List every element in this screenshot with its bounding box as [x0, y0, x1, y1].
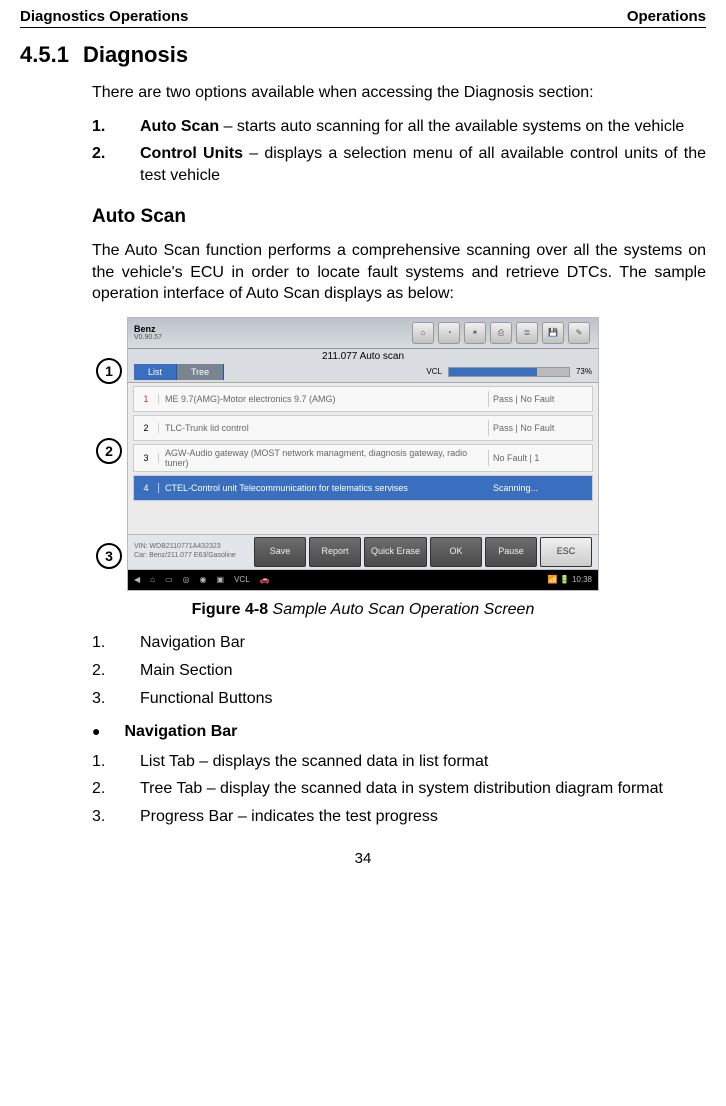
- annotation-2: 2: [96, 438, 122, 464]
- header-left: Diagnostics Operations: [20, 8, 188, 25]
- scan-row-selected[interactable]: 4 CTEL-Control unit Telecommunication fo…: [133, 475, 593, 501]
- figure-caption: Figure 4-8 Sample Auto Scan Operation Sc…: [20, 599, 706, 621]
- list-marker: 1.: [92, 632, 140, 654]
- vcl-icon[interactable]: VCL: [234, 575, 250, 584]
- back-icon[interactable]: ◀: [134, 575, 140, 584]
- vcl-label: VCL: [426, 367, 442, 376]
- report-button[interactable]: Report: [309, 537, 361, 567]
- subsection-heading: Auto Scan: [92, 204, 706, 230]
- page-number: 34: [20, 850, 706, 867]
- list-text: List Tab – displays the scanned data in …: [140, 751, 706, 773]
- list-text: Progress Bar – indicates the test progre…: [140, 806, 706, 828]
- navbar-list: 1.List Tab – displays the scanned data i…: [92, 751, 706, 828]
- option-lead: Auto Scan: [140, 118, 219, 135]
- figure-autoscan: 1 2 3 Benz V0.90.57 ⌂ ◔ ✶ ⎙ ≣ 💾 ✎ 211.07…: [127, 317, 599, 591]
- list-marker: 2.: [92, 143, 140, 186]
- app-icon[interactable]: ▣: [217, 575, 225, 584]
- scan-row[interactable]: 1 ME 9.7(AMG)-Motor electronics 9.7 (AMG…: [133, 386, 593, 412]
- figure-toolbar: Benz V0.90.57 ⌂ ◔ ✶ ⎙ ≣ 💾 ✎: [128, 318, 598, 349]
- section-heading: 4.5.1 Diagnosis: [20, 42, 706, 68]
- row-desc: TLC-Trunk lid control: [159, 420, 488, 436]
- vin-label: VIN: WDB2110771A432323: [134, 543, 236, 551]
- row-index: 4: [134, 483, 159, 493]
- legend-list: 1.Navigation Bar 2.Main Section 3.Functi…: [92, 632, 706, 709]
- scan-list: 1 ME 9.7(AMG)-Motor electronics 9.7 (AMG…: [128, 386, 598, 534]
- option-text: – starts auto scanning for all the avail…: [219, 118, 684, 135]
- option-item-1: 1. Auto Scan – starts auto scanning for …: [92, 116, 706, 138]
- esc-button[interactable]: ESC: [540, 537, 592, 567]
- progress-percent: 73%: [576, 367, 592, 376]
- annotation-3: 3: [96, 543, 122, 569]
- quick-erase-button[interactable]: Quick Erase: [364, 537, 427, 567]
- save-icon[interactable]: 💾: [542, 322, 564, 344]
- brand-label: Benz: [134, 324, 162, 334]
- header-right: Operations: [627, 8, 706, 25]
- row-desc: CTEL-Control unit Telecommunication for …: [159, 480, 488, 496]
- car-label: Car: Benz/211.077 E63/Gasoline: [134, 552, 236, 560]
- list-marker: 3.: [92, 806, 140, 828]
- tab-bar: List Tree VCL 73%: [128, 362, 598, 383]
- option-lead: Control Units: [140, 145, 243, 162]
- section-number: 4.5.1: [20, 42, 69, 67]
- bullet-icon: ●: [92, 722, 100, 741]
- camera-icon[interactable]: ◉: [200, 575, 207, 584]
- bullet-nav-bar: ● Navigation Bar: [92, 721, 706, 743]
- caption-label: Figure 4-8: [192, 601, 268, 618]
- autoscan-paragraph: The Auto Scan function performs a compre…: [92, 240, 706, 305]
- legend-item: Main Section: [140, 660, 706, 682]
- list-marker: 1.: [92, 116, 140, 138]
- recents-icon[interactable]: ▭: [165, 575, 173, 584]
- list-marker: 1.: [92, 751, 140, 773]
- legend-item: Functional Buttons: [140, 688, 706, 710]
- brand-version: V0.90.57: [134, 334, 162, 341]
- row-status: No Fault | 1: [488, 450, 592, 466]
- save-button[interactable]: Save: [254, 537, 306, 567]
- progress-bar: [448, 367, 570, 377]
- row-index: 3: [134, 453, 159, 463]
- list-marker: 2.: [92, 660, 140, 682]
- home-icon[interactable]: ⌂: [412, 322, 434, 344]
- page-header: Diagnostics Operations Operations: [20, 8, 706, 28]
- print-icon[interactable]: ⎙: [490, 322, 512, 344]
- tab-list[interactable]: List: [134, 364, 177, 380]
- list-marker: 3.: [92, 688, 140, 710]
- legend-item: Navigation Bar: [140, 632, 706, 654]
- bullet-label: Navigation Bar: [124, 721, 237, 743]
- home-icon[interactable]: ⌂: [150, 575, 155, 584]
- caption-text: Sample Auto Scan Operation Screen: [268, 601, 534, 618]
- edit-icon[interactable]: ✎: [568, 322, 590, 344]
- tab-tree[interactable]: Tree: [177, 364, 224, 380]
- scan-row[interactable]: 3 AGW-Audio gateway (MOST network managm…: [133, 444, 593, 472]
- android-nav-bar: ◀ ⌂ ▭ ◎ ◉ ▣ VCL 🚗 📶 🔋 10:38: [128, 570, 598, 590]
- options-list: 1. Auto Scan – starts auto scanning for …: [92, 116, 706, 187]
- scan-title: 211.077 Auto scan: [128, 349, 598, 362]
- intro-paragraph: There are two options available when acc…: [92, 82, 706, 104]
- toolbar-icons: ⌂ ◔ ✶ ⎙ ≣ 💾 ✎: [410, 322, 592, 344]
- clock: 📶 🔋 10:38: [548, 575, 592, 584]
- meter-icon[interactable]: ◔: [438, 322, 460, 344]
- pause-button[interactable]: Pause: [485, 537, 537, 567]
- figure-footer: VIN: WDB2110771A432323 Car: Benz/211.077…: [128, 534, 598, 570]
- option-item-2: 2. Control Units – displays a selection …: [92, 143, 706, 186]
- row-status: Scanning...: [488, 480, 592, 496]
- settings-icon[interactable]: ✶: [464, 322, 486, 344]
- list-text: Tree Tab – display the scanned data in s…: [140, 778, 706, 800]
- row-index: 1: [134, 394, 159, 404]
- row-index: 2: [134, 423, 159, 433]
- list-marker: 2.: [92, 778, 140, 800]
- annotation-1: 1: [96, 358, 122, 384]
- scan-row[interactable]: 2 TLC-Trunk lid control Pass | No Fault: [133, 415, 593, 441]
- row-status: Pass | No Fault: [488, 391, 592, 407]
- row-desc: ME 9.7(AMG)-Motor electronics 9.7 (AMG): [159, 391, 488, 407]
- row-desc: AGW-Audio gateway (MOST network managmen…: [159, 445, 488, 471]
- log-icon[interactable]: ≣: [516, 322, 538, 344]
- car-icon[interactable]: 🚗: [260, 575, 270, 584]
- ok-button[interactable]: OK: [430, 537, 482, 567]
- row-status: Pass | No Fault: [488, 420, 592, 436]
- browser-icon[interactable]: ◎: [183, 575, 190, 584]
- section-title: Diagnosis: [83, 42, 188, 67]
